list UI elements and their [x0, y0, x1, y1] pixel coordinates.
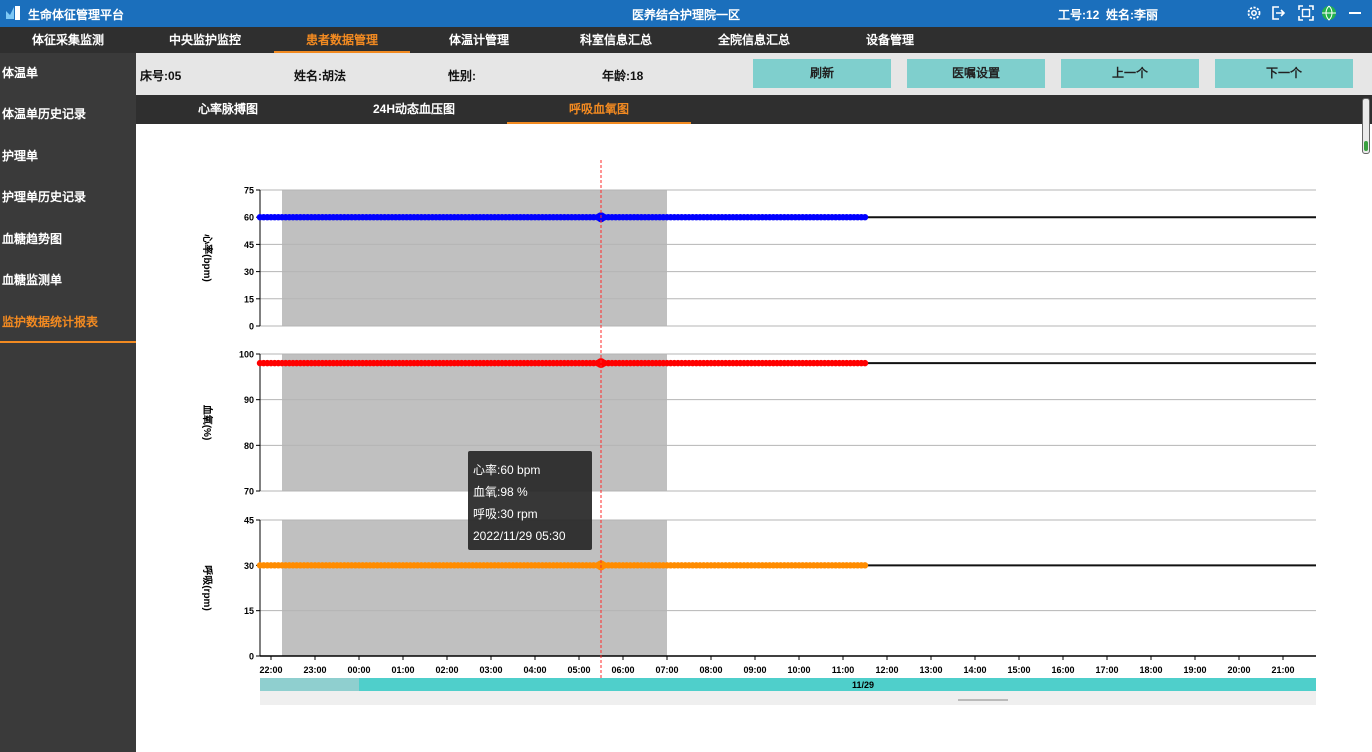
- data-point: [861, 562, 869, 569]
- y-tick-label: 15: [244, 294, 254, 304]
- globe-icon[interactable]: [1321, 5, 1337, 21]
- nav-device-management[interactable]: 设备管理: [850, 27, 930, 53]
- tooltip-time: 2022/11/29 05:30: [473, 529, 566, 543]
- app-title: 生命体征管理平台: [28, 8, 125, 22]
- vertical-scrollbar[interactable]: [1362, 98, 1370, 154]
- scrollbar-thumb[interactable]: [1364, 141, 1368, 151]
- y-tick-label: 30: [244, 561, 254, 571]
- y-tick-label: 45: [244, 516, 254, 526]
- y-tick-label: 75: [244, 186, 254, 196]
- y-tick-label: 15: [244, 606, 254, 616]
- x-tick-label: 17:00: [1095, 665, 1118, 675]
- doctor-settings-button[interactable]: 医嘱设置: [907, 59, 1045, 88]
- x-tick-label: 04:00: [523, 665, 546, 675]
- sidebar-item-temperature-sheet[interactable]: 体温单: [0, 53, 136, 94]
- nav-central-monitor[interactable]: 中央监护监控: [160, 27, 250, 53]
- x-tick-label: 05:00: [567, 665, 590, 675]
- tooltip-spo2: 血氧:98 %: [473, 485, 528, 499]
- x-tick-label: 02:00: [435, 665, 458, 675]
- sidebar-item-glucose-trend[interactable]: 血糖趋势图: [0, 219, 136, 260]
- y-tick-label: 45: [244, 240, 254, 250]
- sidebar-item-glucose-sheet[interactable]: 血糖监测单: [0, 260, 136, 301]
- x-tick-label: 20:00: [1227, 665, 1250, 675]
- x-tick-label: 06:00: [611, 665, 634, 675]
- screenshot-icon[interactable]: [1298, 5, 1314, 21]
- sidebar-item-nursing-history[interactable]: 护理单历史记录: [0, 177, 136, 218]
- patient-info-bar: 床号:05 姓名:胡法 性别: 年龄:18 刷新 医嘱设置 上一个 下一个: [136, 53, 1372, 95]
- tooltip-heart-rate: 心率:60 bpm: [473, 463, 541, 477]
- y-tick-label: 70: [244, 487, 254, 497]
- data-point: [861, 359, 869, 367]
- main-nav: 体征采集监测 中央监护监控 患者数据管理 体温计管理 科室信息汇总 全院信息汇总…: [0, 27, 1372, 53]
- x-tick-label: 14:00: [963, 665, 986, 675]
- user-name: 姓名:李丽: [1106, 8, 1158, 22]
- x-tick-label: 10:00: [787, 665, 810, 675]
- y-tick-label: 90: [244, 395, 254, 405]
- logout-icon[interactable]: [1270, 5, 1286, 21]
- nav-thermometer[interactable]: 体温计管理: [434, 27, 524, 53]
- prev-patient-button[interactable]: 上一个: [1061, 59, 1199, 88]
- y-tick-label: 0: [249, 652, 254, 662]
- sidebar-item-nursing-sheet[interactable]: 护理单: [0, 136, 136, 177]
- nav-patient-data[interactable]: 患者数据管理: [274, 27, 410, 53]
- patient-age: 年龄:18: [602, 69, 644, 83]
- x-tick-label: 13:00: [919, 665, 942, 675]
- y-tick-label: 30: [244, 267, 254, 277]
- chart-area: 0 15 30 45 60 75 心率(bpm) 70 80 90 100 血氧(%) 0 15 30 45 呼…: [136, 124, 1372, 752]
- x-tick-label: 18:00: [1139, 665, 1162, 675]
- data-point: [861, 214, 869, 221]
- x-tick-label: 19:00: [1183, 665, 1206, 675]
- x-tick-label: 16:00: [1051, 665, 1074, 675]
- x-tick-label: 22:00: [259, 665, 282, 675]
- time-slider: [260, 678, 1316, 691]
- x-tick-label: 01:00: [391, 665, 414, 675]
- x-tick-label: 00:00: [347, 665, 370, 675]
- sidebar-item-monitor-report[interactable]: 监护数据统计报表: [0, 302, 136, 343]
- y-tick-label: 100: [239, 350, 254, 360]
- nav-vitals-monitor[interactable]: 体征采集监测: [0, 27, 136, 53]
- night-shade-heart-rate: [282, 190, 667, 326]
- nav-department-summary[interactable]: 科室信息汇总: [566, 27, 666, 53]
- y-tick-label: 60: [244, 213, 254, 223]
- x-tick-label: 08:00: [699, 665, 722, 675]
- patient-gender: 性别:: [448, 69, 476, 83]
- y-axis-label-heart-rate: 心率(bpm): [201, 234, 214, 282]
- x-tick-label: 09:00: [743, 665, 766, 675]
- x-tick-label: 11:00: [832, 665, 855, 675]
- tab-resp-spo2[interactable]: 呼吸血氧图: [507, 95, 691, 124]
- time-slider-prev: [260, 678, 359, 691]
- logo-icon: [6, 6, 20, 20]
- nav-hospital-summary[interactable]: 全院信息汇总: [704, 27, 804, 53]
- y-axis-label-spo2: 血氧(%): [201, 405, 214, 441]
- ward-title: 医养结合护理院一区: [631, 8, 740, 22]
- x-tick-label: 21:00: [1271, 665, 1294, 675]
- minimize-icon[interactable]: [1347, 5, 1363, 21]
- x-tick-label: 12:00: [875, 665, 898, 675]
- x-tick-label: 07:00: [655, 665, 678, 675]
- tab-24h-bp[interactable]: 24H动态血压图: [346, 95, 482, 124]
- y-tick-label: 0: [249, 322, 254, 332]
- data-tooltip: 心率:60 bpm 血氧:98 % 呼吸:30 rpm 2022/11/29 0…: [468, 451, 592, 550]
- refresh-button[interactable]: 刷新: [753, 59, 891, 88]
- tab-heart-rate[interactable]: 心率脉搏图: [166, 95, 290, 124]
- user-id: 工号:12: [1058, 8, 1100, 22]
- vitals-chart[interactable]: 0 15 30 45 60 75 心率(bpm) 70 80 90 100 血氧(%) 0 15 30 45 呼…: [136, 124, 1372, 752]
- scrollbar-track: [260, 691, 1316, 705]
- patient-name: 姓名:胡法: [294, 69, 346, 83]
- settings-icon[interactable]: [1246, 5, 1262, 21]
- x-tick-label: 15:00: [1007, 665, 1030, 675]
- title-bar: 生命体征管理平台 医养结合护理院一区 工号:12 姓名:李丽: [0, 0, 1372, 27]
- x-tick-label: 23:00: [303, 665, 326, 675]
- y-axis-label-respiration: 呼吸(rpm): [201, 565, 214, 611]
- sidebar-item-temperature-history[interactable]: 体温单历史记录: [0, 94, 136, 135]
- next-patient-button[interactable]: 下一个: [1215, 59, 1353, 88]
- chart-tabs: 心率脉搏图 24H动态血压图 呼吸血氧图: [136, 95, 1372, 124]
- x-tick-label: 03:00: [479, 665, 502, 675]
- date-label: 11/29: [852, 680, 874, 690]
- y-tick-label: 80: [244, 441, 254, 451]
- sidebar: 体温单 体温单历史记录 护理单 护理单历史记录 血糖趋势图 血糖监测单 监护数据…: [0, 53, 136, 752]
- tooltip-respiration: 呼吸:30 rpm: [473, 507, 538, 521]
- bed-number: 床号:05: [140, 69, 182, 83]
